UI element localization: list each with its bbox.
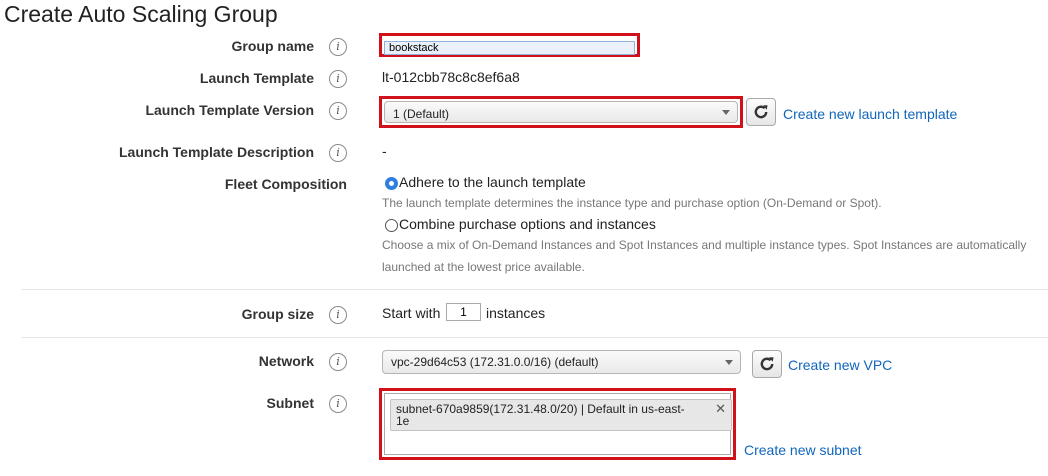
info-icon[interactable]: i — [329, 38, 347, 56]
network-select[interactable]: vpc-29d64c53 (172.31.0.0/16) (default) — [382, 350, 741, 374]
radio-combine-purchase-options[interactable] — [385, 219, 398, 232]
subnet-token: subnet-670a9859(172.31.48.0/20) | Defaul… — [390, 399, 732, 431]
launch-template-description-label: Launch Template Description — [119, 144, 314, 160]
fleet-composition-label: Fleet Composition — [224, 176, 347, 192]
close-icon[interactable]: ✕ — [715, 402, 726, 415]
section-divider — [22, 337, 1048, 338]
launch-template-value: lt-012cbb78c8c8ef6a8 — [382, 69, 520, 85]
subnet-multiselect[interactable]: subnet-670a9859(172.31.48.0/20) | Defaul… — [384, 393, 732, 455]
option-adhere-help: The launch template determines the insta… — [382, 196, 882, 210]
chevron-down-icon — [722, 110, 730, 115]
launch-template-description-value: - — [382, 143, 387, 159]
radio-adhere-launch-template[interactable] — [385, 177, 398, 190]
info-icon[interactable]: i — [329, 144, 347, 162]
subnet-label: Subnet — [266, 395, 314, 411]
group-size-label: Group size — [241, 306, 314, 322]
launch-template-version-highlight: 1 (Default) — [379, 96, 743, 128]
chevron-down-icon — [725, 360, 733, 365]
subnet-highlight: subnet-670a9859(172.31.48.0/20) | Defaul… — [379, 388, 736, 460]
group-name-label: Group name — [231, 38, 314, 54]
create-new-subnet-link[interactable]: Create new subnet — [744, 442, 862, 458]
option-combine-help-line1: Choose a mix of On-Demand Instances and … — [382, 238, 1027, 252]
option-combine-help-line2: launched at the lowest price available. — [382, 260, 585, 274]
info-icon[interactable]: i — [329, 306, 347, 324]
group-name-highlight — [379, 33, 640, 57]
create-new-launch-template-link[interactable]: Create new launch template — [783, 106, 957, 122]
info-icon[interactable]: i — [329, 395, 347, 413]
section-divider — [22, 289, 1048, 290]
page-title: Create Auto Scaling Group — [4, 1, 278, 27]
info-icon[interactable]: i — [329, 102, 347, 120]
launch-template-version-select[interactable]: 1 (Default) — [384, 101, 738, 123]
launch-template-label: Launch Template — [199, 70, 314, 86]
refresh-network-button[interactable] — [752, 350, 782, 378]
info-icon[interactable]: i — [329, 70, 347, 88]
group-name-input[interactable] — [384, 41, 635, 55]
launch-template-version-selected: 1 (Default) — [393, 107, 450, 121]
group-size-prefix: Start with — [382, 305, 441, 321]
info-icon[interactable]: i — [329, 353, 347, 371]
group-size-suffix: instances — [486, 305, 546, 321]
refresh-launch-template-button[interactable] — [746, 98, 776, 126]
group-size-input[interactable] — [446, 303, 481, 321]
option-adhere-label[interactable]: Adhere to the launch template — [399, 174, 586, 190]
create-new-vpc-link[interactable]: Create new VPC — [788, 357, 892, 373]
network-selected: vpc-29d64c53 (172.31.0.0/16) (default) — [391, 355, 599, 369]
launch-template-version-label: Launch Template Version — [145, 102, 314, 118]
refresh-icon — [760, 357, 774, 371]
subnet-token-line2: 1e — [396, 414, 410, 428]
option-combine-label[interactable]: Combine purchase options and instances — [399, 216, 656, 232]
subnet-token-line1: subnet-670a9859(172.31.48.0/20) | Defaul… — [396, 402, 685, 416]
refresh-icon — [754, 105, 768, 119]
network-label: Network — [258, 353, 314, 369]
